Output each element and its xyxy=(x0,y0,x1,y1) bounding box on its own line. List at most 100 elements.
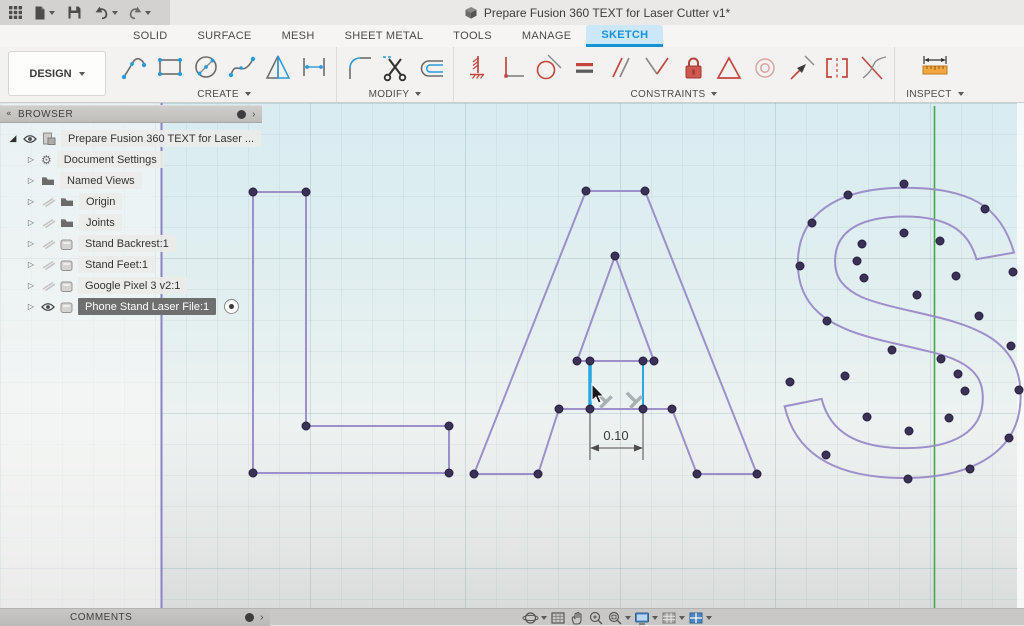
sketch-point[interactable] xyxy=(913,291,921,299)
sketch-point[interactable] xyxy=(639,357,647,365)
symmetry-icon[interactable] xyxy=(818,49,854,85)
measure-icon[interactable] xyxy=(917,49,953,85)
dimension-value[interactable]: 0.10 xyxy=(603,428,628,443)
sketch-point[interactable] xyxy=(961,387,969,395)
browser-header[interactable]: « BROWSER › xyxy=(0,105,262,123)
letter-A-inner-left[interactable] xyxy=(577,256,615,361)
sketch-point[interactable] xyxy=(650,357,658,365)
sketch-point[interactable] xyxy=(555,405,563,413)
sketch-point[interactable] xyxy=(936,237,944,245)
panel-dot-icon[interactable] xyxy=(237,110,246,119)
sketch-point[interactable] xyxy=(668,405,676,413)
tangent-icon[interactable] xyxy=(530,49,566,85)
tab-surface[interactable]: SURFACE xyxy=(183,25,267,47)
browser-row-phone-stand-laser-file[interactable]: ▷ Phone Stand Laser File:1 xyxy=(0,296,262,317)
sketch-point[interactable] xyxy=(1015,386,1023,394)
sketch-point[interactable] xyxy=(1009,268,1017,276)
tab-sketch[interactable]: SKETCH xyxy=(586,25,663,47)
sketch-point[interactable] xyxy=(900,180,908,188)
app-grid-icon[interactable] xyxy=(8,0,23,25)
sketch-letter-s[interactable]: S xyxy=(766,103,1024,561)
redo-button[interactable] xyxy=(127,0,151,25)
document-tab[interactable]: Prepare Fusion 360 TEXT for Laser Cutter… xyxy=(170,0,1024,25)
tab-tools[interactable]: TOOLS xyxy=(438,25,507,47)
horizontal-vertical-icon[interactable] xyxy=(494,49,530,85)
look-at-icon[interactable] xyxy=(550,610,566,626)
browser-row-stand-feet[interactable]: ▷ Stand Feet:1 xyxy=(0,254,262,275)
letter-A-inner-right[interactable] xyxy=(615,256,654,361)
grid-settings-icon[interactable] xyxy=(661,610,685,626)
sketch-point[interactable] xyxy=(900,229,908,237)
sketch-point[interactable] xyxy=(796,262,804,270)
sketch-point[interactable] xyxy=(858,240,866,248)
expand-arrow-icon[interactable]: ▷ xyxy=(26,302,36,311)
browser-row-stand-backrest[interactable]: ▷ Stand Backrest:1 xyxy=(0,233,262,254)
browser-row-named-views[interactable]: ▷ Named Views xyxy=(0,170,262,191)
sketch-point[interactable] xyxy=(573,357,581,365)
panel-chevron-icon[interactable]: › xyxy=(260,612,264,623)
trim-icon[interactable] xyxy=(377,49,413,85)
letter-L[interactable] xyxy=(253,192,449,473)
sketch-point[interactable] xyxy=(841,372,849,380)
sketch-point[interactable] xyxy=(582,187,590,195)
browser-row-origin[interactable]: ▷ Origin xyxy=(0,191,262,212)
inspect-dropdown[interactable]: INSPECT xyxy=(899,87,971,101)
sketch-point[interactable] xyxy=(249,469,257,477)
fillet-icon[interactable] xyxy=(341,49,377,85)
expand-arrow-icon[interactable]: ▷ xyxy=(26,197,36,206)
sketch-point[interactable] xyxy=(445,422,453,430)
line-icon[interactable] xyxy=(116,49,152,85)
sketch-point[interactable] xyxy=(945,414,953,422)
sketch-point[interactable] xyxy=(904,475,912,483)
panel-dot-icon[interactable] xyxy=(245,613,254,622)
circle-icon[interactable] xyxy=(188,49,224,85)
tab-solid[interactable]: SOLID xyxy=(118,25,183,47)
expand-arrow-icon[interactable]: ▷ xyxy=(26,281,36,290)
sketch-point[interactable] xyxy=(853,257,861,265)
visibility-eye-icon[interactable] xyxy=(23,134,37,144)
display-settings-icon[interactable] xyxy=(634,610,658,626)
fix-icon[interactable] xyxy=(458,49,494,85)
browser-row-root[interactable]: ◢ Prepare Fusion 360 TEXT for Laser ... xyxy=(0,128,262,149)
panel-chevron-icon[interactable]: › xyxy=(252,109,256,120)
sketch-point[interactable] xyxy=(937,355,945,363)
expand-arrow-icon[interactable]: ▷ xyxy=(26,176,36,185)
perpendicular-icon[interactable] xyxy=(638,49,674,85)
file-menu-button[interactable] xyxy=(33,0,55,25)
sketch-point[interactable] xyxy=(302,188,310,196)
viewports-icon[interactable] xyxy=(688,610,712,626)
collapse-panel-icon[interactable]: « xyxy=(6,109,12,119)
expand-arrow-icon[interactable]: ◢ xyxy=(8,134,18,144)
sketch-point[interactable] xyxy=(860,274,868,282)
sketch-point[interactable] xyxy=(1005,434,1013,442)
sketch-point[interactable] xyxy=(639,405,647,413)
equal-icon[interactable] xyxy=(566,49,602,85)
sketch-point[interactable] xyxy=(786,378,794,386)
concentric-icon[interactable] xyxy=(746,49,782,85)
fit-icon[interactable] xyxy=(607,610,631,626)
sketch-point[interactable] xyxy=(823,317,831,325)
sketch-point[interactable] xyxy=(863,413,871,421)
browser-row-document-settings[interactable]: ▷ ⚙ Document Settings xyxy=(0,149,262,170)
sketch-point[interactable] xyxy=(302,422,310,430)
sketch-point[interactable] xyxy=(586,405,594,413)
sketch-point[interactable] xyxy=(1007,342,1015,350)
visibility-hidden-eye-icon[interactable] xyxy=(41,281,55,291)
sketch-point[interactable] xyxy=(981,205,989,213)
tab-mesh[interactable]: MESH xyxy=(267,25,330,47)
parallel-icon[interactable] xyxy=(602,49,638,85)
sketch-point[interactable] xyxy=(534,470,542,478)
expand-arrow-icon[interactable]: ▷ xyxy=(26,155,36,164)
sketch-point[interactable] xyxy=(470,470,478,478)
mirror-icon[interactable] xyxy=(260,49,296,85)
design-workspace-button[interactable]: DESIGN xyxy=(8,51,106,96)
sketch-point[interactable] xyxy=(952,272,960,280)
undo-button[interactable] xyxy=(94,0,118,25)
sketch-point[interactable] xyxy=(611,252,619,260)
comments-panel-header[interactable]: COMMENTS › xyxy=(0,609,270,626)
orbit-icon[interactable] xyxy=(522,610,547,626)
sketch-point[interactable] xyxy=(822,451,830,459)
expand-arrow-icon[interactable]: ▷ xyxy=(26,239,36,248)
visibility-hidden-eye-icon[interactable] xyxy=(41,239,55,249)
sketch-point[interactable] xyxy=(844,191,852,199)
